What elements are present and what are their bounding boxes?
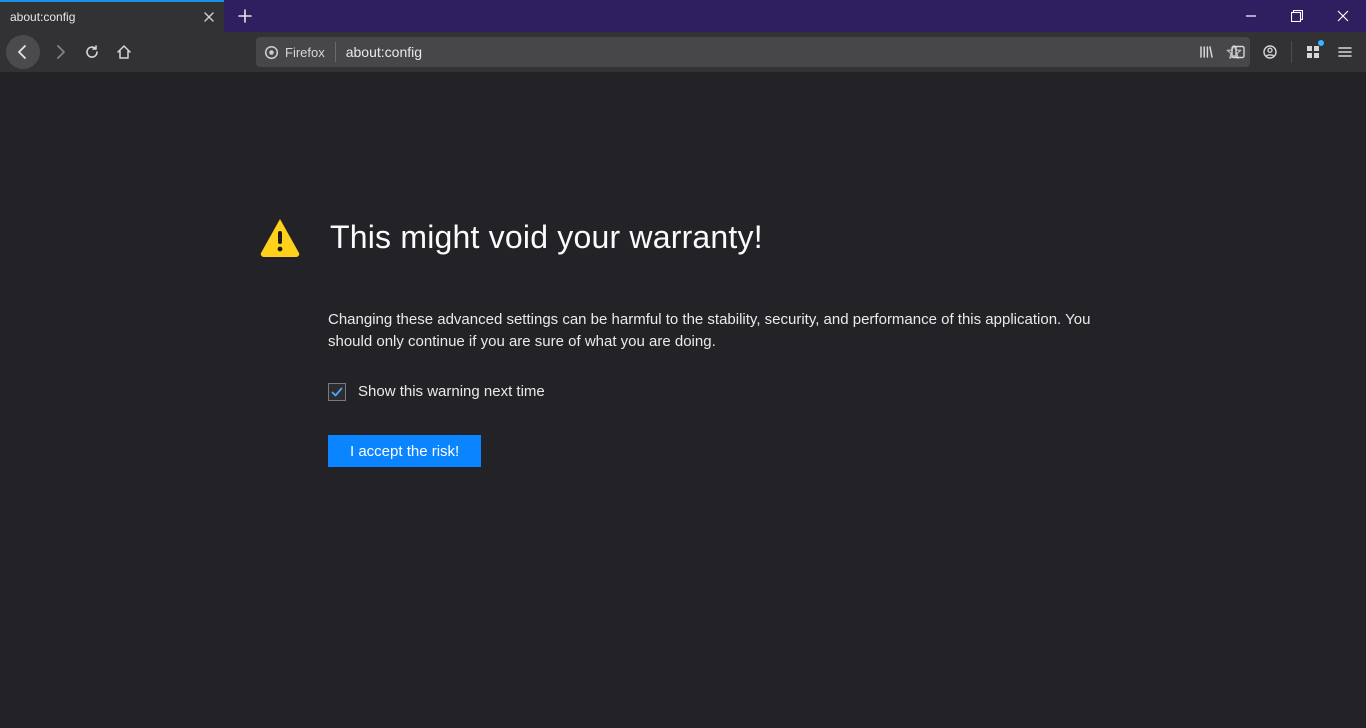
account-button[interactable] — [1255, 36, 1285, 68]
tab-title: about:config — [10, 10, 75, 24]
sidebar-button[interactable] — [1223, 36, 1253, 68]
url-text[interactable]: about:config — [336, 44, 1226, 60]
nav-toolbar: Firefox about:config — [0, 32, 1366, 72]
page-content: This might void your warranty! Changing … — [0, 72, 1366, 728]
warning-header: This might void your warranty! — [258, 215, 1098, 259]
close-tab-button[interactable] — [200, 8, 218, 26]
window-maximize-button[interactable] — [1274, 0, 1320, 32]
window-controls — [1228, 0, 1366, 32]
new-tab-button[interactable] — [230, 0, 260, 32]
warning-container: This might void your warranty! Changing … — [258, 215, 1098, 467]
warning-body: Changing these advanced settings can be … — [328, 309, 1098, 467]
warning-icon — [258, 215, 302, 259]
titlebar: about:config — [0, 0, 1366, 32]
toolbar-separator — [1291, 41, 1292, 63]
url-bar[interactable]: Firefox about:config — [256, 37, 1250, 67]
show-warning-label: Show this warning next time — [358, 383, 545, 400]
home-button[interactable] — [108, 36, 140, 68]
tab-about-config[interactable]: about:config — [0, 0, 224, 32]
show-warning-checkbox[interactable] — [328, 383, 346, 401]
warning-title: This might void your warranty! — [330, 219, 763, 256]
reload-button[interactable] — [76, 36, 108, 68]
identity-label: Firefox — [285, 45, 325, 60]
library-button[interactable] — [1191, 36, 1221, 68]
toolbar-right-icons — [1191, 32, 1360, 72]
back-button[interactable] — [6, 35, 40, 69]
firefox-icon — [264, 45, 279, 60]
identity-box[interactable]: Firefox — [264, 42, 336, 62]
window-minimize-button[interactable] — [1228, 0, 1274, 32]
window-close-button[interactable] — [1320, 0, 1366, 32]
tabstrip: about:config — [0, 0, 260, 32]
extensions-button[interactable] — [1298, 36, 1328, 68]
forward-button — [44, 36, 76, 68]
accept-risk-button[interactable]: I accept the risk! — [328, 435, 481, 467]
warning-checkbox-row: Show this warning next time — [328, 383, 1098, 401]
app-menu-button[interactable] — [1330, 36, 1360, 68]
warning-text: Changing these advanced settings can be … — [328, 309, 1098, 353]
